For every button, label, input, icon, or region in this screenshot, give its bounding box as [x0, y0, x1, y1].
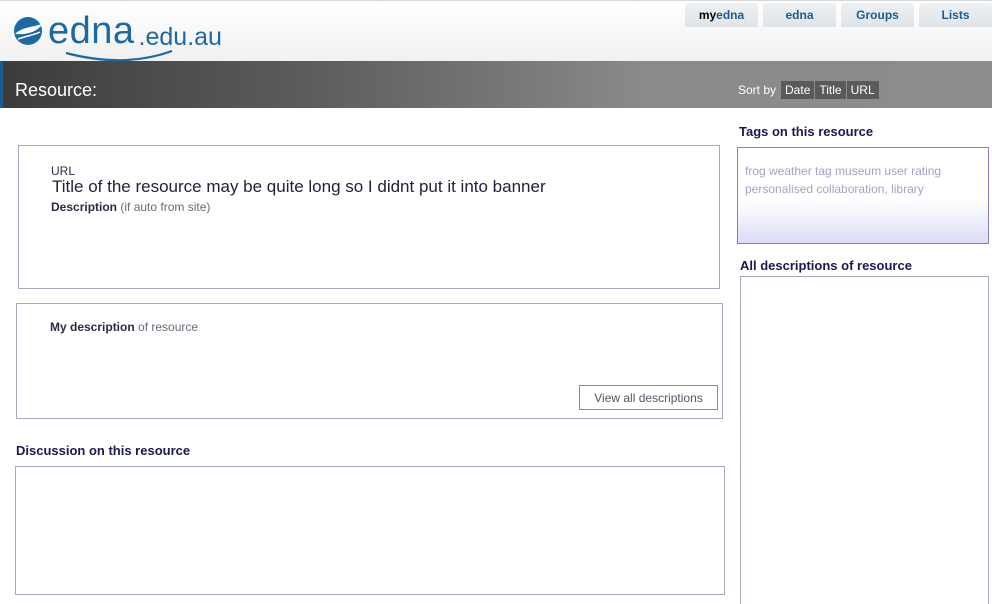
- discussion-heading: Discussion on this resource: [16, 443, 191, 458]
- resource-description: Description (if auto from site): [51, 200, 210, 214]
- resource-url-label[interactable]: URL: [51, 164, 75, 178]
- page-title: Resource:: [15, 80, 98, 100]
- tab-groups-label: Groups: [856, 8, 899, 22]
- tab-lists[interactable]: Lists: [919, 3, 992, 27]
- tags-heading: Tags on this resource: [739, 124, 874, 139]
- all-descriptions-heading: All descriptions of resource: [740, 258, 912, 273]
- sort-url-button[interactable]: URL: [846, 81, 879, 99]
- tab-myedna-prefix: my: [698, 8, 717, 22]
- sort-title-button[interactable]: Title: [815, 81, 846, 99]
- my-description-label: My description: [50, 320, 135, 334]
- tab-myedna[interactable]: my edna: [685, 3, 758, 27]
- tags-list[interactable]: frog weather tag museum user rating pers…: [745, 162, 980, 198]
- my-description: My description of resource: [50, 320, 198, 334]
- tags-box: frog weather tag museum user rating pers…: [737, 147, 989, 244]
- tab-lists-label: Lists: [941, 8, 970, 22]
- view-all-descriptions-button[interactable]: View all descriptions: [579, 385, 718, 410]
- top-nav-tabs: my edna edna Groups Lists: [680, 3, 992, 27]
- globe-logo-icon: [14, 17, 42, 45]
- description-note: (if auto from site): [120, 200, 211, 214]
- logo-domain: .edu.au: [138, 23, 222, 51]
- edna-logo[interactable]: edna .edu.au: [12, 10, 222, 62]
- my-description-box: My description of resource View all desc…: [16, 303, 723, 419]
- top-header: edna .edu.au my edna edna Groups Lists: [0, 0, 992, 62]
- all-descriptions-box: [740, 276, 989, 604]
- resource-title: Title of the resource may be quite long …: [52, 177, 546, 196]
- discussion-box[interactable]: [15, 466, 725, 595]
- my-description-note: of resource: [138, 320, 199, 334]
- sort-by-label: Sort by: [738, 83, 777, 97]
- logo-wordmark: edna: [48, 10, 135, 52]
- description-label: Description: [51, 200, 118, 214]
- tab-groups[interactable]: Groups: [841, 3, 914, 27]
- tab-edna-label: edna: [785, 8, 814, 22]
- resource-details-box: URL Title of the resource may be quite l…: [18, 145, 720, 289]
- tab-myedna-label: edna: [716, 8, 745, 22]
- tab-edna[interactable]: edna: [763, 3, 836, 27]
- page: edna .edu.au my edna edna Groups Lists Re…: [0, 0, 992, 604]
- page-banner: Resource: Sort by Date Title URL: [0, 61, 992, 108]
- sort-controls: Sort by Date Title URL: [738, 81, 879, 99]
- sort-date-button[interactable]: Date: [781, 81, 815, 99]
